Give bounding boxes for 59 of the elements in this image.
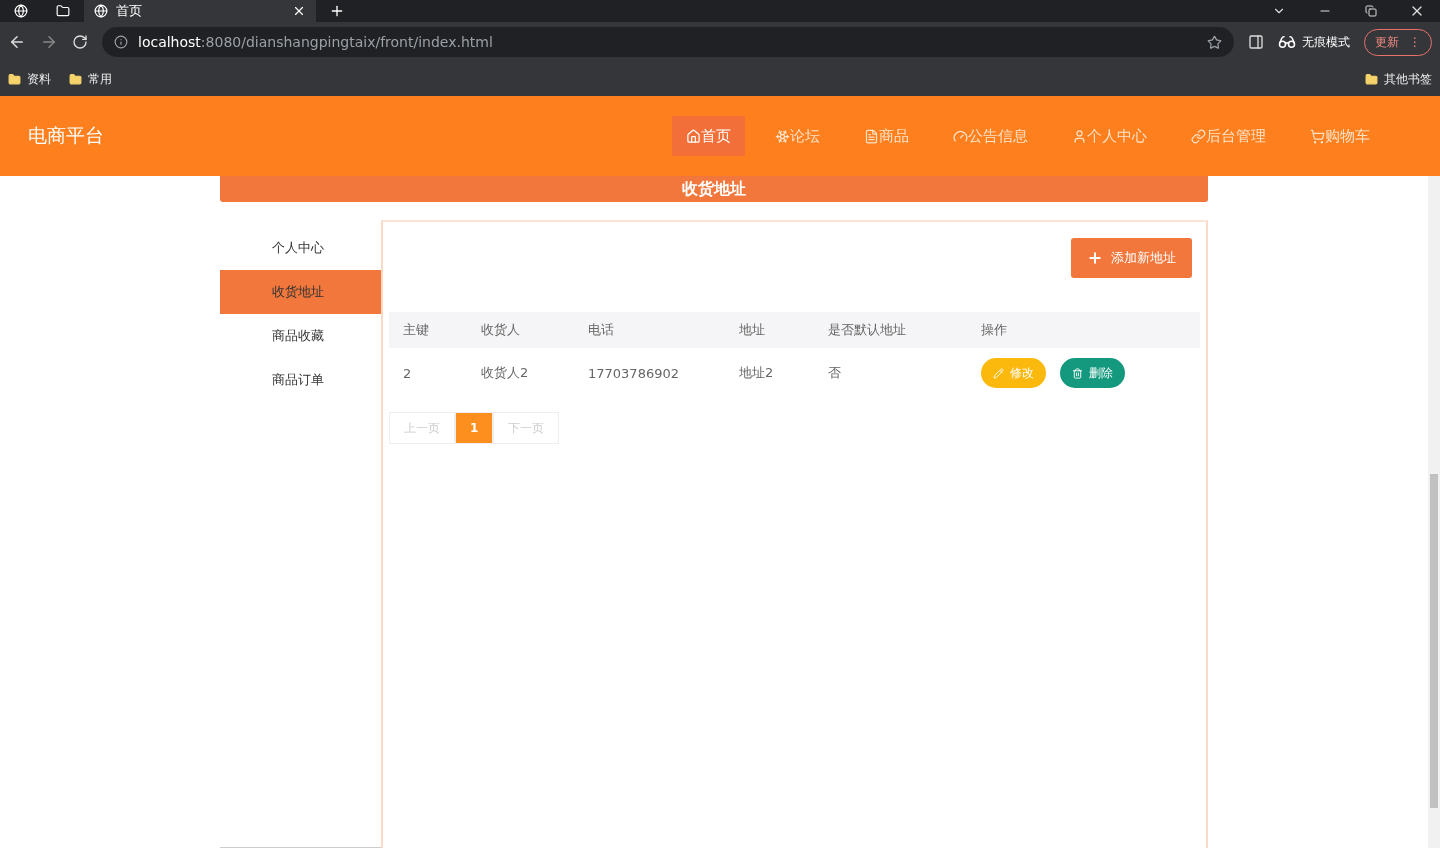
link-icon [1191, 128, 1206, 144]
column-header: 主键 [403, 321, 430, 339]
info-icon[interactable] [114, 35, 128, 49]
column-header: 操作 [981, 321, 1008, 339]
nav-link[interactable]: 论坛 [761, 116, 834, 156]
page-banner: 收货地址 [220, 176, 1208, 202]
sidebar-item[interactable]: 商品收藏 [220, 314, 381, 358]
glasses-icon [1278, 33, 1296, 51]
nav-link[interactable]: 后台管理 [1177, 116, 1280, 156]
nav-link[interactable]: 公告信息 [939, 116, 1042, 156]
nav-link[interactable]: 首页 [672, 116, 745, 156]
forward-icon[interactable] [40, 33, 58, 51]
globe-icon [14, 4, 28, 18]
site-logo: 电商平台 [28, 123, 105, 148]
incognito-badge[interactable]: 无痕模式 [1278, 33, 1350, 51]
add-address-button[interactable]: 添加新地址 [1071, 238, 1192, 278]
table-cell-text: 17703786902 [588, 365, 680, 381]
column-header: 收货人 [481, 321, 521, 339]
sidebar-item[interactable]: 收货地址 [220, 270, 381, 314]
cart-icon [1310, 128, 1325, 144]
reload-icon[interactable] [72, 34, 88, 50]
restore-icon[interactable] [1365, 5, 1377, 17]
column-header: 电话 [588, 321, 615, 339]
address-bar[interactable]: localhost:8080/dianshangpingtaix/front/index.html [102, 27, 1234, 57]
close-tab-icon[interactable] [292, 4, 306, 18]
table-cell-text: 否 [828, 364, 842, 382]
user-icon [1072, 128, 1087, 144]
page-button[interactable]: 1 [455, 412, 494, 444]
gauge-icon [953, 128, 968, 144]
browser-tab[interactable]: 首页 [84, 0, 316, 22]
delete-button[interactable]: 删除 [1060, 358, 1125, 388]
scrollbar[interactable] [1428, 176, 1440, 848]
trash-icon [1072, 367, 1083, 379]
folder-icon [8, 72, 21, 86]
folder-icon [1365, 72, 1378, 86]
document-icon [864, 128, 879, 144]
column-header: 是否默认地址 [828, 321, 907, 339]
table-cell-text: 2 [403, 365, 413, 381]
sidebar-item[interactable]: 商品订单 [220, 358, 381, 402]
nav-link[interactable]: 商品 [850, 116, 923, 156]
pencil-icon [993, 367, 1004, 379]
back-icon[interactable] [8, 33, 26, 51]
new-tab-icon[interactable] [329, 3, 345, 19]
table-cell-text: 地址2 [739, 364, 775, 382]
bookmark[interactable]: 常用 [69, 70, 112, 88]
folder-icon [69, 72, 82, 86]
plus-icon [1087, 250, 1103, 266]
star-icon[interactable] [1207, 34, 1222, 50]
nav-link[interactable]: 购物车 [1296, 116, 1384, 156]
bookmark[interactable]: 其他书签 [1365, 70, 1432, 88]
nav-link[interactable]: 个人中心 [1058, 116, 1161, 156]
table-cell-text: 收货人2 [481, 364, 530, 382]
bookmark[interactable]: 资料 [8, 70, 51, 88]
column-header: 地址 [739, 321, 766, 339]
side-panel-icon[interactable] [1248, 34, 1264, 50]
snowflake-icon [775, 128, 790, 144]
sidebar-item[interactable]: 个人中心 [220, 226, 381, 270]
home-icon [686, 128, 701, 144]
globe-icon [94, 4, 108, 18]
